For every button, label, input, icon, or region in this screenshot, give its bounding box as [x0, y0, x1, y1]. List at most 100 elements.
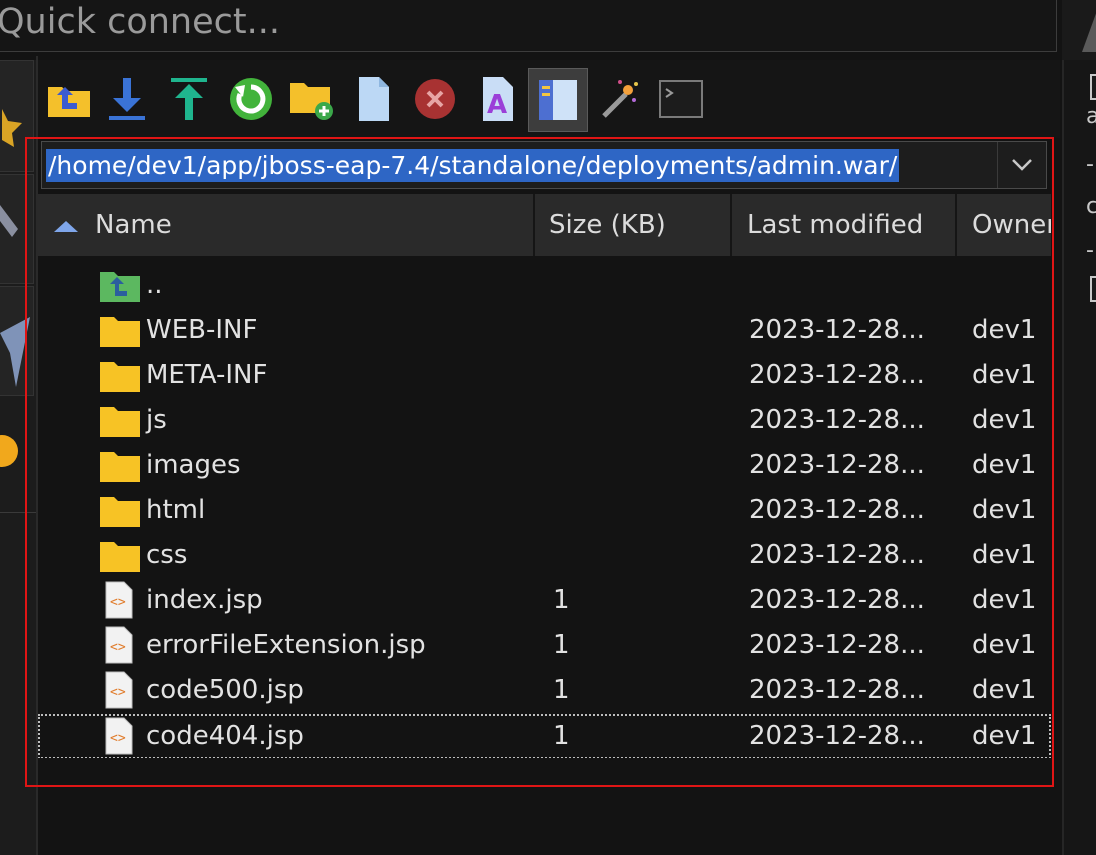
list-item-name: code404.jsp [146, 721, 304, 751]
download-button[interactable] [102, 74, 152, 124]
list-item-name: errorFileExtension.jsp [146, 630, 426, 660]
jsp-file-icon: <> [105, 717, 133, 755]
column-header-last-modified[interactable]: Last modified [747, 194, 923, 256]
column-header-size[interactable]: Size (KB) [549, 194, 666, 256]
jsp-file-icon: <> [105, 671, 133, 709]
upload-button[interactable] [164, 74, 214, 124]
list-item[interactable]: WEB-INF 2023-12-28... dev1 [38, 308, 1051, 353]
new-folder-button[interactable] [286, 74, 336, 124]
list-item-name: code500.jsp [146, 675, 304, 705]
list-item-name: index.jsp [146, 585, 263, 615]
column-header-owner[interactable]: Owner [972, 194, 1051, 256]
list-item-name: images [146, 450, 241, 480]
right-panel-edge: a - c - [1062, 60, 1096, 855]
sidebar-tile-bookmarks[interactable] [0, 60, 34, 172]
list-item-modified: 2023-12-28... [749, 630, 925, 660]
svg-text:<>: <> [110, 640, 126, 655]
list-item-modified: 2023-12-28... [749, 405, 925, 435]
checkbox-bottom[interactable] [1090, 276, 1096, 302]
list-item-owner: dev1 [972, 495, 1037, 525]
new-file-button[interactable] [348, 74, 398, 124]
list-item[interactable]: css 2023-12-28... dev1 [38, 533, 1051, 578]
toggle-panel-button[interactable] [528, 68, 588, 132]
list-item-name: css [146, 540, 188, 570]
list-item-owner: dev1 [972, 675, 1037, 705]
svg-text:<>: <> [110, 731, 126, 746]
refresh-icon [230, 78, 272, 120]
list-item-modified: 2023-12-28... [749, 585, 925, 615]
list-item-modified: 2023-12-28... [749, 360, 925, 390]
left-sidebar [0, 60, 36, 855]
svg-text:A: A [487, 90, 507, 120]
list-item-name: WEB-INF [146, 315, 258, 345]
folder-icon [100, 362, 140, 392]
list-item[interactable]: META-INF 2023-12-28... dev1 [38, 353, 1051, 398]
list-item-owner: dev1 [972, 405, 1037, 435]
list-item-name: html [146, 495, 206, 525]
list-item-modified: 2023-12-28... [749, 495, 925, 525]
list-item-modified: 2023-12-28... [749, 450, 925, 480]
rename-icon: A [483, 77, 513, 121]
list-item[interactable]: <> errorFileExtension.jsp 1 2023-12-28..… [38, 623, 1051, 668]
folder-icon [100, 317, 140, 347]
delete-icon [415, 79, 455, 119]
folder-icon [100, 407, 140, 437]
terminal-button[interactable] [656, 74, 706, 124]
file-list: .. WEB-INF 2023-12-28... dev1 META-INF 2… [38, 258, 1051, 758]
list-item[interactable]: <> index.jsp 1 2023-12-28... dev1 [38, 578, 1051, 623]
list-item-name: .. [146, 270, 163, 300]
list-item-modified: 2023-12-28... [749, 675, 925, 705]
upload-arrow-icon [171, 78, 207, 120]
path-combobox[interactable]: /home/dev1/app/jboss-eap-7.4/standalone/… [41, 141, 1047, 189]
rename-button[interactable]: A [472, 74, 522, 124]
new-folder-icon [290, 83, 333, 120]
parent-folder-icon [100, 272, 140, 302]
checkbox-top[interactable] [1090, 74, 1096, 100]
list-item-owner: dev1 [972, 360, 1037, 390]
site-icon [0, 205, 18, 237]
remote-toolbar: A [38, 60, 1060, 138]
list-item-name: META-INF [146, 360, 268, 390]
svg-text:<>: <> [110, 595, 126, 610]
path-dropdown-button[interactable] [997, 142, 1046, 188]
jsp-file-icon: <> [105, 626, 133, 664]
send-icon [0, 317, 30, 387]
terminal-icon [659, 80, 703, 118]
list-item[interactable]: html 2023-12-28... dev1 [38, 488, 1051, 533]
list-item[interactable]: js 2023-12-28... dev1 [38, 398, 1051, 443]
list-item-size: 1 [553, 585, 570, 615]
magic-wand-button[interactable] [594, 74, 644, 124]
star-icon [2, 109, 22, 147]
quick-connect-input[interactable]: Quick connect... [0, 0, 1057, 52]
list-item-name: js [146, 405, 167, 435]
list-item-modified: 2023-12-28... [749, 315, 925, 345]
list-item-owner: dev1 [972, 540, 1037, 570]
list-item-owner: dev1 [972, 721, 1037, 751]
sidebar-tile-transfers[interactable] [0, 286, 34, 396]
list-item-parent[interactable]: .. [38, 263, 1051, 308]
svg-text:<>: <> [110, 685, 126, 700]
list-item[interactable]: images 2023-12-28... dev1 [38, 443, 1051, 488]
column-header-name[interactable]: Name [95, 194, 172, 256]
quick-connect-dropdown[interactable] [1062, 0, 1096, 60]
delete-button[interactable] [410, 74, 460, 124]
panel-icon [539, 80, 577, 120]
file-list-header: Name Size (KB) Last modified Owner [38, 194, 1051, 256]
refresh-button[interactable] [226, 74, 276, 124]
list-item-size: 1 [553, 675, 570, 705]
list-item-owner: dev1 [972, 630, 1037, 660]
sidebar-tile-sites[interactable] [0, 174, 34, 284]
list-item-size: 1 [553, 721, 570, 751]
list-item-owner: dev1 [972, 315, 1037, 345]
folder-up-icon [48, 87, 90, 117]
folder-icon [100, 497, 140, 527]
magic-wand-icon [602, 80, 638, 118]
parent-directory-button[interactable] [44, 74, 94, 124]
list-item[interactable]: <> code500.jsp 1 2023-12-28... dev1 [38, 668, 1051, 713]
folder-icon [100, 452, 140, 482]
list-item-focused[interactable]: <> code404.jsp 1 2023-12-28... dev1 [38, 714, 1051, 758]
jsp-file-icon: <> [105, 581, 133, 619]
chevron-down-icon [1012, 159, 1032, 171]
list-item-owner: dev1 [972, 450, 1037, 480]
path-input[interactable]: /home/dev1/app/jboss-eap-7.4/standalone/… [46, 149, 900, 182]
